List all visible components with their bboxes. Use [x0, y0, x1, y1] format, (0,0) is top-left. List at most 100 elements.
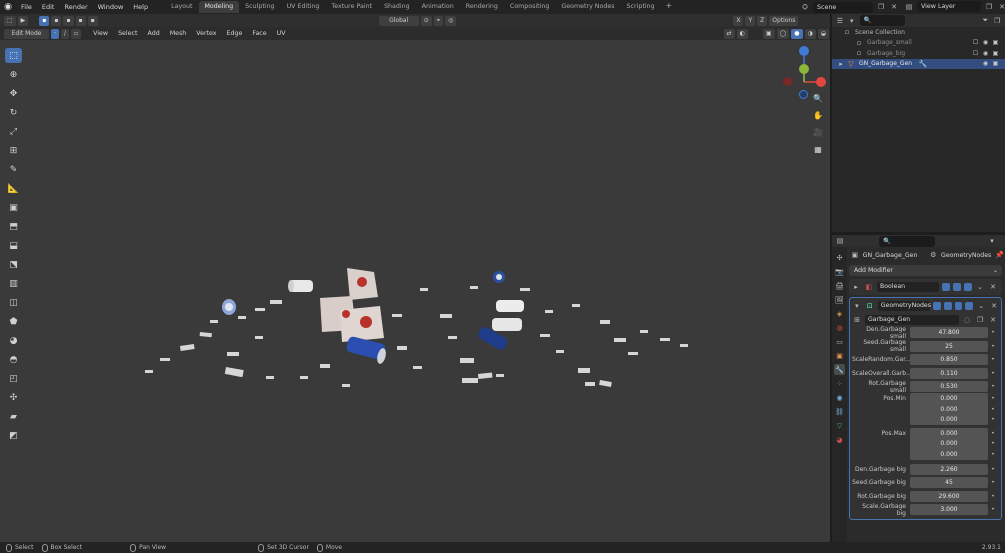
- pos-min-y-field[interactable]: 0.000: [910, 403, 988, 415]
- menu-edit[interactable]: Edit: [37, 0, 60, 14]
- modifier-tab-icon[interactable]: 🔧: [834, 364, 845, 375]
- shear-tool-icon[interactable]: ▰: [5, 409, 22, 424]
- bevel-tool-icon[interactable]: ⬔: [5, 257, 22, 272]
- particles-tab-icon[interactable]: ⁘: [834, 378, 845, 389]
- face-select-icon[interactable]: ▫: [71, 28, 82, 39]
- menu-face[interactable]: Face: [247, 30, 271, 37]
- pos-max-x-field[interactable]: 0.000: [910, 427, 988, 439]
- duplicate-node-group-icon[interactable]: ❐: [975, 315, 985, 325]
- axis-z-icon[interactable]: [799, 46, 809, 56]
- visibility-eye-icon[interactable]: ◉: [982, 39, 989, 46]
- tab-scripting[interactable]: Scripting: [621, 1, 661, 13]
- axis-neg-z-icon[interactable]: [799, 90, 808, 99]
- add-cube-tool-icon[interactable]: ▣: [5, 200, 22, 215]
- menu-window[interactable]: Window: [93, 0, 129, 14]
- pos-min-z-field[interactable]: 0.000: [910, 414, 988, 426]
- view-layer-field[interactable]: View Layer: [917, 1, 981, 12]
- rip-region-tool-icon[interactable]: ◩: [5, 428, 22, 443]
- tab-geometry-nodes[interactable]: Geometry Nodes: [555, 1, 620, 13]
- value-field[interactable]: 29.600: [910, 490, 988, 502]
- select-box-tool-icon[interactable]: ⬚: [5, 48, 22, 63]
- vertex-select-icon[interactable]: ·: [51, 28, 59, 39]
- add-modifier-dropdown[interactable]: Add Modifier ⌄: [849, 265, 1002, 276]
- annotate-tool-icon[interactable]: ✎: [5, 162, 22, 177]
- tab-rendering[interactable]: Rendering: [460, 1, 504, 13]
- overlay-toggle-icon[interactable]: ◐: [736, 28, 748, 39]
- collapse-arrow-icon[interactable]: ▾: [852, 301, 862, 311]
- menu-uv[interactable]: UV: [272, 30, 291, 37]
- expand-arrow-icon[interactable]: ▸: [851, 282, 861, 292]
- axis-neg-x-icon[interactable]: [783, 77, 792, 86]
- cursor-tool-icon[interactable]: ⊕: [5, 67, 22, 82]
- mode-dropdown[interactable]: Edit Mode: [4, 28, 50, 39]
- move-tool-icon[interactable]: ✥: [5, 86, 22, 101]
- tab-shading[interactable]: Shading: [378, 1, 416, 13]
- show-render-toggle[interactable]: [965, 302, 974, 310]
- value-field[interactable]: 45: [910, 477, 988, 489]
- output-tab-icon[interactable]: 🖨: [834, 280, 845, 291]
- physics-tab-icon[interactable]: ◉: [834, 392, 845, 403]
- pivot-point-icon[interactable]: ⊙: [420, 15, 432, 26]
- object-tab-icon[interactable]: ▣: [834, 350, 845, 361]
- collection-tab-icon[interactable]: ▭: [834, 336, 845, 347]
- new-view-layer-icon[interactable]: ❐: [984, 2, 994, 12]
- modifier-name-field[interactable]: Boolean: [877, 282, 939, 292]
- keyframe-dot-icon[interactable]: •: [988, 479, 998, 486]
- select-mode-extend-icon[interactable]: ▪: [51, 15, 62, 26]
- display-mode-icon[interactable]: ▾: [848, 16, 856, 26]
- node-group-field[interactable]: Garbage_Gen: [865, 315, 959, 325]
- scene-name-field[interactable]: Scene: [813, 1, 873, 13]
- outliner-item-gn-garbage-gen[interactable]: ▸ ▽ GN_Garbage_Gen 🔧 ◉ ▣: [832, 58, 1005, 69]
- keyframe-dot-icon[interactable]: •: [988, 370, 998, 377]
- axis-y-icon[interactable]: [799, 64, 809, 74]
- value-field[interactable]: 3.000: [910, 504, 988, 516]
- world-tab-icon[interactable]: ◍: [834, 322, 845, 333]
- delete-scene-icon[interactable]: ✕: [889, 2, 899, 12]
- properties-editor-icon[interactable]: ▤: [835, 236, 845, 246]
- outliner-item-garbage-small[interactable]: ▫ Garbage_small ☐ ◉ ▣: [832, 38, 1005, 49]
- editor-type-icon[interactable]: ⬚: [4, 15, 16, 26]
- tab-layout[interactable]: Layout: [165, 1, 198, 13]
- show-editmode-toggle[interactable]: [942, 283, 950, 291]
- show-viewport-toggle[interactable]: [954, 302, 963, 310]
- keyframe-dot-icon[interactable]: •: [988, 416, 998, 423]
- edge-select-icon[interactable]: /: [61, 28, 70, 39]
- keyframe-dot-icon[interactable]: •: [988, 356, 998, 363]
- shading-material-icon[interactable]: ◑: [804, 28, 816, 39]
- modifier-wrench-icon[interactable]: 🔧: [918, 59, 928, 69]
- pos-max-y-field[interactable]: 0.000: [910, 438, 988, 450]
- on-cage-toggle[interactable]: [932, 302, 941, 310]
- menu-view[interactable]: View: [88, 30, 113, 37]
- menu-help[interactable]: Help: [128, 0, 153, 14]
- render-camera-icon[interactable]: ▣: [992, 50, 999, 57]
- transform-orientation-dropdown[interactable]: Global: [378, 15, 419, 26]
- tab-animation[interactable]: Animation: [416, 1, 460, 13]
- rotate-tool-icon[interactable]: ↻: [5, 105, 22, 120]
- render-camera-icon[interactable]: ▣: [992, 39, 999, 46]
- axis-y-toggle[interactable]: Y: [745, 15, 756, 26]
- measure-tool-icon[interactable]: 📐: [5, 181, 22, 196]
- keyframe-dot-icon[interactable]: •: [988, 343, 998, 350]
- blender-logo-icon[interactable]: ◉: [0, 0, 16, 14]
- menu-edge[interactable]: Edge: [222, 30, 248, 37]
- shading-rendered-icon[interactable]: ◒: [817, 28, 829, 39]
- data-tab-icon[interactable]: ▽: [834, 420, 845, 431]
- zoom-icon[interactable]: 🔍: [812, 92, 824, 104]
- render-camera-icon[interactable]: ▣: [992, 60, 999, 67]
- modifier-menu-icon[interactable]: ⌄: [976, 301, 986, 311]
- value-field[interactable]: 0.110: [910, 367, 988, 379]
- camera-view-icon[interactable]: 🎥: [812, 126, 824, 138]
- unlink-node-group-icon[interactable]: ✕: [988, 315, 998, 325]
- view-layer-icon[interactable]: ▤: [904, 2, 914, 12]
- tab-texture-paint[interactable]: Texture Paint: [325, 1, 378, 13]
- axis-x-toggle[interactable]: X: [733, 15, 744, 26]
- value-field[interactable]: 25: [910, 340, 988, 352]
- new-collection-icon[interactable]: ❐: [993, 16, 1001, 26]
- remove-modifier-icon[interactable]: ✕: [988, 282, 998, 292]
- knife-tool-icon[interactable]: ◫: [5, 295, 22, 310]
- keyframe-dot-icon[interactable]: •: [988, 493, 998, 500]
- visibility-eye-icon[interactable]: ◉: [982, 60, 989, 67]
- menu-add[interactable]: Add: [143, 30, 165, 37]
- menu-file[interactable]: File: [16, 0, 37, 14]
- properties-options-icon[interactable]: ▾: [987, 236, 997, 246]
